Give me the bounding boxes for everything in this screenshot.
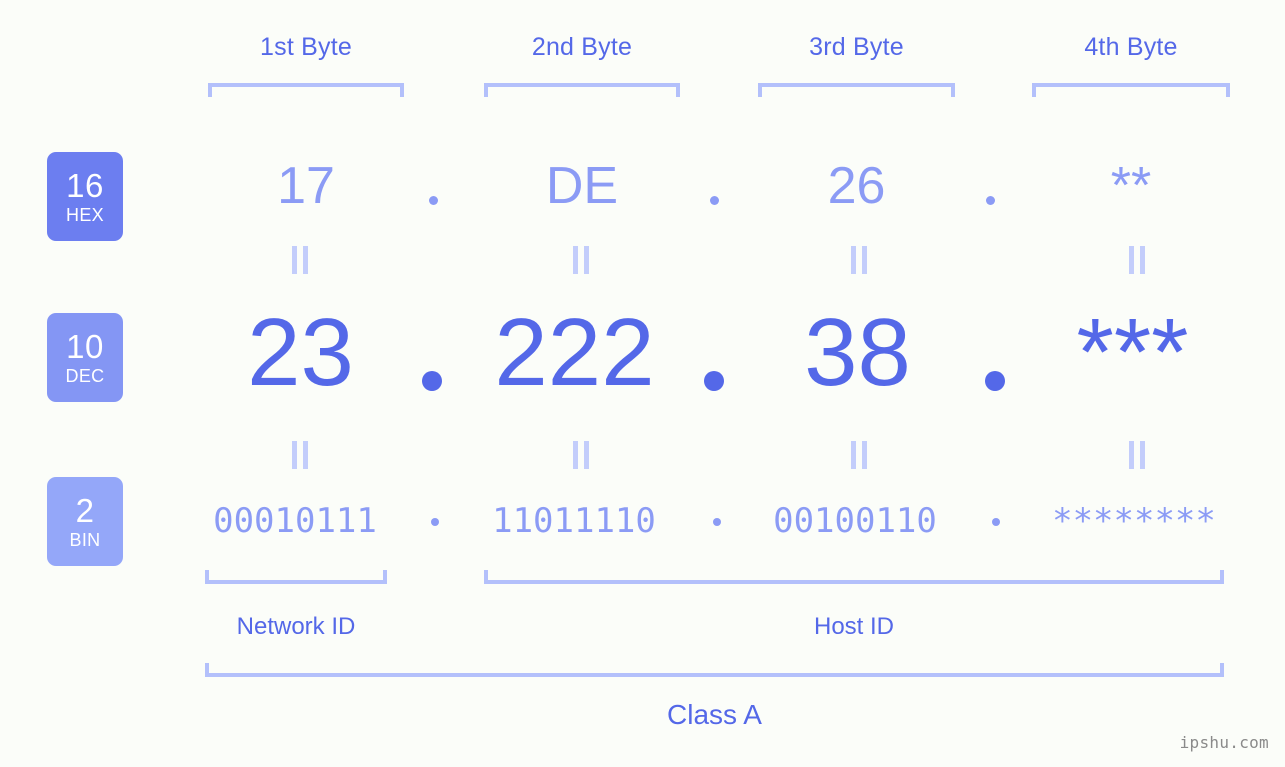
radix-badge-dec: 10 DEC — [47, 313, 123, 402]
byte-bracket-1 — [208, 83, 404, 97]
byte-header-1: 1st Byte — [260, 33, 352, 61]
dec-byte-3: 38 — [804, 299, 911, 406]
equals-dec-bin-4 — [1126, 441, 1148, 469]
host-id-bracket — [484, 570, 1224, 584]
ip-class-bracket — [205, 663, 1224, 677]
hex-separator-dot-1 — [429, 196, 438, 205]
byte-bracket-4 — [1032, 83, 1230, 97]
radix-badge-hex-number: 16 — [66, 167, 104, 204]
equals-dec-bin-2 — [570, 441, 592, 469]
equals-hex-dec-2 — [570, 246, 592, 274]
network-id-label: Network ID — [236, 613, 356, 640]
dec-byte-4: *** — [1076, 299, 1189, 406]
byte-bracket-3 — [758, 83, 955, 97]
dec-byte-2: 222 — [494, 299, 655, 406]
ip-class-label: Class A — [667, 699, 762, 730]
bin-separator-dot-1 — [431, 518, 439, 526]
radix-badge-bin: 2 BIN — [47, 477, 123, 566]
bin-separator-dot-3 — [992, 518, 1000, 526]
dec-separator-dot-3 — [985, 371, 1005, 391]
equals-dec-bin-3 — [848, 441, 870, 469]
host-id-label: Host ID — [813, 613, 894, 640]
equals-hex-dec-1 — [289, 246, 311, 274]
site-watermark: ipshu.com — [1179, 733, 1269, 752]
dec-separator-dot-1 — [422, 371, 442, 391]
hex-separator-dot-3 — [986, 196, 995, 205]
bin-separator-dot-2 — [713, 518, 721, 526]
byte-bracket-2 — [484, 83, 680, 97]
equals-hex-dec-4 — [1126, 246, 1148, 274]
radix-badge-dec-name: DEC — [65, 366, 105, 386]
bin-byte-3: 00100110 — [773, 501, 937, 541]
bin-byte-2: 11011110 — [492, 501, 656, 541]
radix-badge-dec-number: 10 — [66, 328, 104, 365]
hex-byte-2: DE — [545, 157, 619, 215]
equals-dec-bin-1 — [289, 441, 311, 469]
hex-separator-dot-2 — [710, 196, 719, 205]
bin-byte-4: ******** — [1052, 501, 1216, 541]
byte-header-4: 4th Byte — [1084, 33, 1178, 61]
hex-byte-1: 17 — [277, 157, 335, 215]
hex-byte-3: 26 — [827, 157, 886, 215]
bin-byte-1: 00010111 — [213, 501, 377, 541]
radix-badge-bin-number: 2 — [75, 492, 95, 529]
byte-header-3: 3rd Byte — [809, 33, 904, 61]
radix-badge-hex: 16 HEX — [47, 152, 123, 241]
dec-byte-1: 23 — [247, 299, 354, 406]
dec-separator-dot-2 — [704, 371, 724, 391]
network-id-bracket — [205, 570, 387, 584]
ip-byte-breakdown-diagram: 1st Byte 2nd Byte 3rd Byte 4th Byte 16 H… — [0, 0, 1285, 767]
byte-header-2: 2nd Byte — [531, 33, 633, 61]
equals-hex-dec-3 — [848, 246, 870, 274]
hex-byte-4: ** — [1110, 157, 1152, 215]
radix-badge-bin-name: BIN — [69, 530, 101, 550]
radix-badge-hex-name: HEX — [66, 205, 104, 225]
